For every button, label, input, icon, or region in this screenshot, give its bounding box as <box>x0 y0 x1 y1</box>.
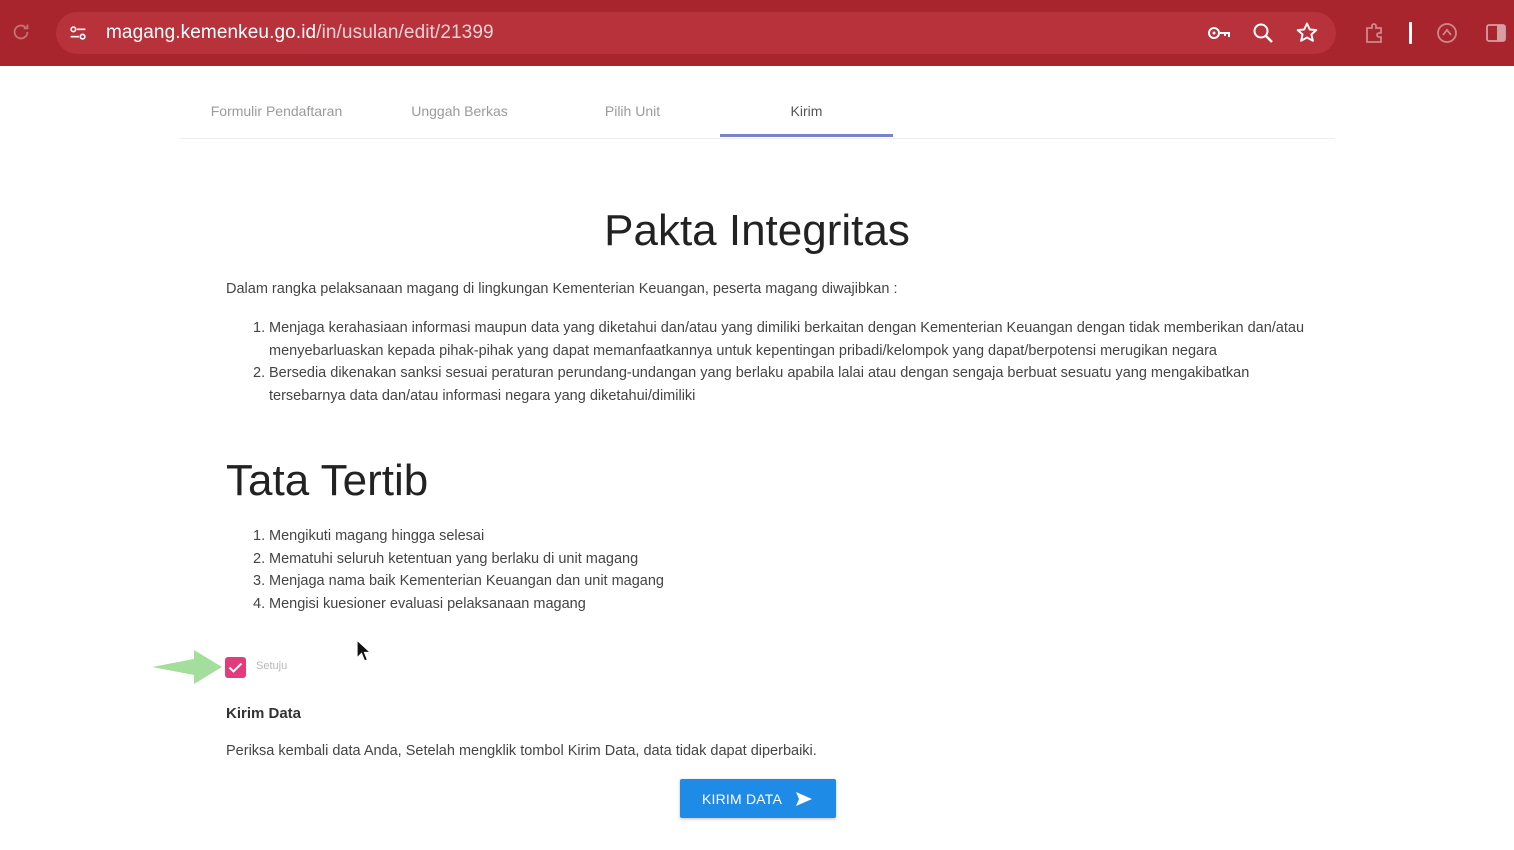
password-key-icon[interactable] <box>1206 20 1232 46</box>
list-item: 2. Mematuhi seluruh ketentuan yang berlak… <box>226 548 926 571</box>
side-panel-icon[interactable] <box>1483 20 1509 46</box>
url-host: magang.kemenkeu.go.id <box>106 22 317 43</box>
extensions-icon[interactable] <box>1362 20 1388 46</box>
list-item: 2. Bersedia dikenakan sanksi sesuai perat… <box>226 362 1306 407</box>
tab-pilih-unit[interactable]: Pilih Unit <box>546 103 719 119</box>
site-info-icon[interactable] <box>67 22 89 44</box>
list-text: Menjaga nama baik Kementerian Keuangan d… <box>269 573 664 589</box>
bookmark-star-icon[interactable] <box>1294 20 1320 46</box>
list-number: 1. <box>253 320 266 336</box>
zoom-icon[interactable] <box>1250 20 1276 46</box>
kirim-heading: Kirim Data <box>226 705 302 722</box>
list-number: 3. <box>253 573 266 589</box>
list-text: Menjaga kerahasiaan informasi maupun dat… <box>269 320 1305 359</box>
list-item: 1. Mengikuti magang hingga selesai <box>226 525 926 548</box>
list-text: Mengisi kuesioner evaluasi pelaksanaan m… <box>269 595 586 612</box>
list-number: 2. <box>253 550 266 567</box>
browser-toolbar: magang.kemenkeu.go.id/in/usulan/edit/213… <box>0 0 1514 66</box>
pakta-intro: Dalam rangka pelaksanaan magang di lingk… <box>226 281 898 297</box>
pakta-list: 1. Menjaga kerahasiaan informasi maupun d… <box>226 317 1306 407</box>
list-item: 4. Mengisi kuesioner evaluasi pelaksanaan… <box>226 593 926 616</box>
list-text: Mematuhi seluruh ketentuan yang berlaku … <box>269 550 639 567</box>
list-item: 1. Menjaga kerahasiaan informasi maupun d… <box>226 317 1306 362</box>
url-text[interactable]: magang.kemenkeu.go.id/in/usulan/edit/213… <box>106 20 494 46</box>
toolbar-divider <box>1409 22 1412 44</box>
agree-checkbox[interactable] <box>225 657 246 678</box>
hint-arrow-icon <box>152 650 222 684</box>
tata-title: Tata Tertib <box>226 456 429 505</box>
list-number: 4. <box>253 595 266 612</box>
send-icon <box>796 791 813 806</box>
tata-list: 1. Mengikuti magang hingga selesai 2. Mema… <box>226 525 926 615</box>
tab-kirim[interactable]: Kirim <box>720 103 893 119</box>
kirim-description: Periksa kembali data Anda, Setelah mengk… <box>226 743 817 759</box>
kirim-data-button[interactable]: KIRIM DATA <box>680 779 836 818</box>
list-number: 2. <box>253 365 266 381</box>
url-path: /in/usulan/edit/21399 <box>316 22 494 43</box>
list-item: 3. Menjaga nama baik Kementerian Keuangan… <box>226 570 926 593</box>
tab-unggah-berkas[interactable]: Unggah Berkas <box>373 103 546 119</box>
pakta-title: Pakta Integritas <box>604 206 910 255</box>
kirim-button-label: KIRIM DATA <box>701 790 783 807</box>
agree-label[interactable]: Setuju <box>256 660 287 672</box>
stepper-tabs: Formulir Pendaftaran Unggah Berkas Pilih… <box>180 86 1335 139</box>
profile-icon[interactable] <box>1434 20 1460 46</box>
mouse-cursor-icon <box>356 638 373 662</box>
list-number: 1. <box>253 528 266 544</box>
tab-formulir-pendaftaran[interactable]: Formulir Pendaftaran <box>180 103 373 119</box>
active-tab-indicator <box>720 134 893 137</box>
list-text: Mengikuti magang hingga selesai <box>269 528 485 544</box>
check-icon <box>228 662 243 673</box>
list-text: Bersedia dikenakan sanksi sesuai peratur… <box>269 365 1250 404</box>
reload-icon[interactable] <box>10 21 32 43</box>
